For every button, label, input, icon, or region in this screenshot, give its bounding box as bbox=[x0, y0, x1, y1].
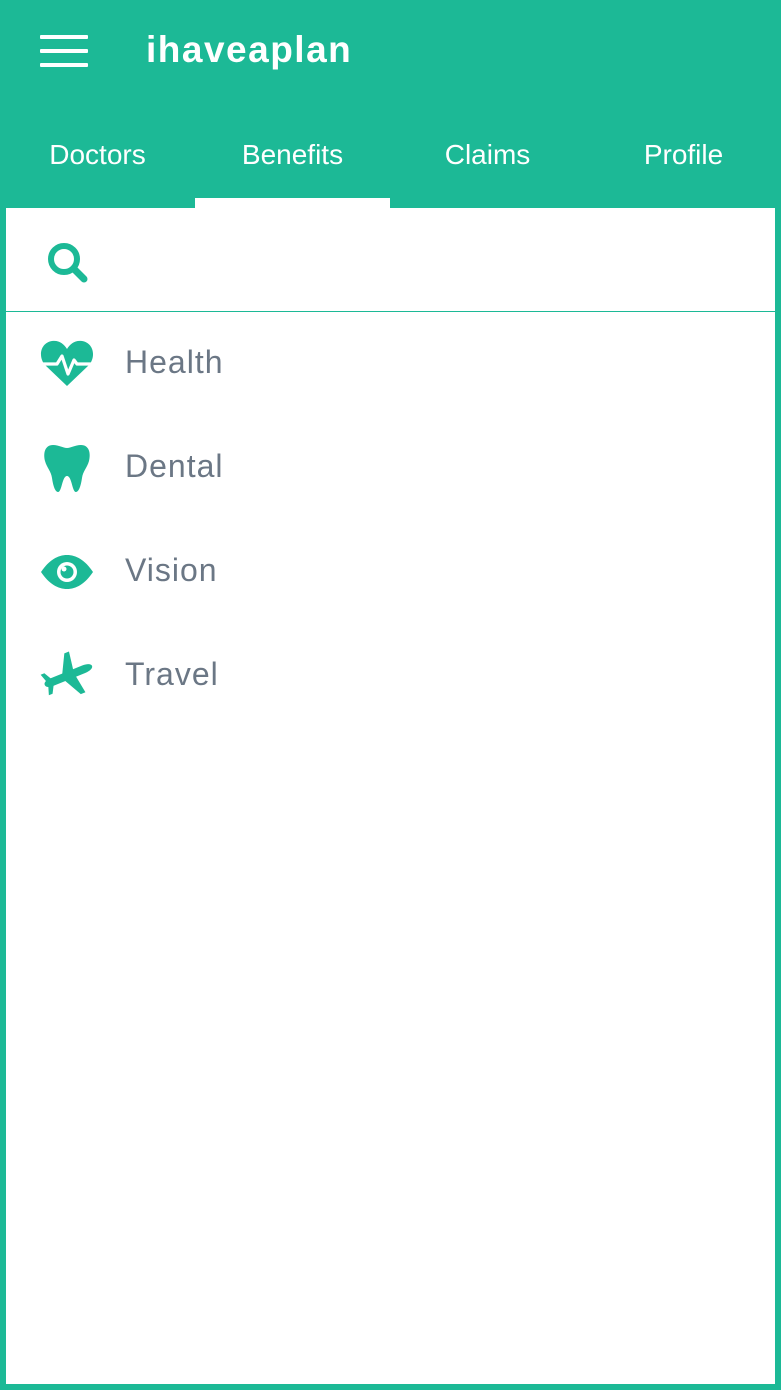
search-bar bbox=[6, 208, 775, 312]
list-item-label: Travel bbox=[125, 656, 219, 692]
search-input[interactable] bbox=[116, 236, 740, 286]
list-item-label: Vision bbox=[125, 552, 218, 588]
list-item-dental[interactable]: Dental bbox=[6, 416, 775, 520]
eye-icon bbox=[41, 555, 93, 589]
list-item-health[interactable]: Health bbox=[6, 312, 775, 416]
hamburger-menu-icon[interactable] bbox=[40, 33, 90, 69]
airplane-icon bbox=[40, 651, 93, 696]
list-item-label: Dental bbox=[125, 448, 224, 484]
app-title: ihaveaplan bbox=[146, 29, 353, 70]
tab-benefits[interactable]: Benefits bbox=[195, 102, 390, 208]
tab-bar: Doctors Benefits Claims Profile bbox=[0, 102, 781, 208]
tab-doctors[interactable]: Doctors bbox=[0, 102, 195, 208]
tab-profile[interactable]: Profile bbox=[586, 102, 781, 208]
list-item-travel[interactable]: Travel bbox=[6, 624, 775, 728]
app-header: ihaveaplan bbox=[0, 0, 781, 102]
benefits-panel: Health Dental Vision Travel bbox=[6, 208, 775, 1384]
tooth-icon bbox=[44, 445, 90, 492]
search-icon[interactable] bbox=[44, 239, 92, 287]
heartbeat-icon bbox=[39, 340, 95, 386]
list-item-label: Health bbox=[125, 344, 224, 380]
active-tab-indicator bbox=[195, 198, 390, 208]
tab-claims[interactable]: Claims bbox=[390, 102, 585, 208]
list-item-vision[interactable]: Vision bbox=[6, 520, 775, 624]
